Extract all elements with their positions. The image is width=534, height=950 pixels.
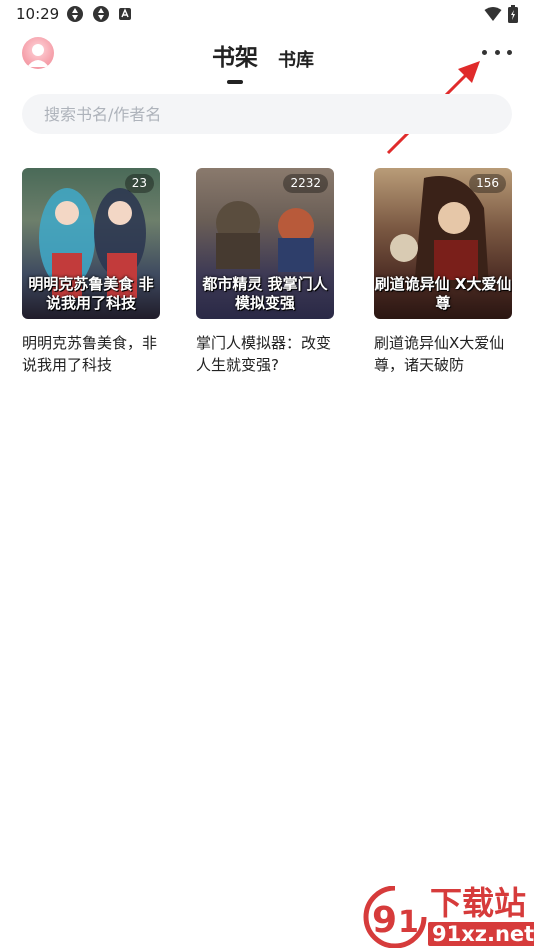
dot [482,49,487,55]
book-cover[interactable]: 23 明明克苏鲁美食 非说我用了科技 [22,168,160,319]
book-card[interactable]: 156 刷道诡异仙 X大爱仙尊 刷道诡异仙X大爱仙尊，诸天破防 [374,168,512,376]
chapter-count-badge: 156 [469,174,506,193]
tab-library-label: 书库 [278,50,314,71]
watermark-logo-icon: 9 1 [363,886,427,948]
tab-bookshelf-label: 书架 [212,45,258,71]
status-time: 10:29 [16,5,60,23]
book-card[interactable]: 23 明明克苏鲁美食 非说我用了科技 明明克苏鲁美食，非说我用了科技 [22,168,160,376]
sync-icon [67,6,83,22]
chapter-count-badge: 23 [124,174,154,193]
sync-icon [93,6,109,22]
tab-bookshelf[interactable]: 书架 [212,38,258,84]
book-title[interactable]: 明明克苏鲁美食，非说我用了科技 [22,332,160,376]
user-avatar-icon [27,44,49,67]
cover-title-text: 刷道诡异仙 X大爱仙尊 [374,275,512,312]
watermark-text-domain: 91xz.net [428,922,534,946]
wifi-icon [484,7,502,21]
watermark: 9 1 下载站 91xz.net [362,884,534,948]
dot [494,49,500,55]
svg-text:1: 1 [398,905,419,940]
search-bar[interactable] [22,94,512,134]
status-bar: 10:29 [0,0,534,30]
chapter-count-badge: 2232 [283,174,328,193]
search-input[interactable] [22,94,512,134]
avatar[interactable] [22,37,54,69]
book-cover[interactable]: 2232 都市精灵 我掌门人 模拟变强 [196,168,334,319]
watermark-text-cn: 下载站 [430,884,527,922]
tab-library[interactable]: 书库 [278,46,314,72]
active-tab-indicator [227,80,243,84]
book-title[interactable]: 刷道诡异仙X大爱仙尊，诸天破防 [374,332,512,376]
header-tabs: 书架 书库 [212,38,314,84]
app-notification-icon [119,8,131,20]
cover-title-text: 都市精灵 我掌门人 模拟变强 [202,275,328,312]
dot [507,49,512,55]
battery-icon [508,5,518,23]
book-title[interactable]: 掌门人模拟器：改变人生就变强? [196,332,334,376]
status-icons-left [66,5,132,23]
cover-title-text: 明明克苏鲁美食 非说我用了科技 [28,275,154,312]
svg-text:9: 9 [372,900,397,941]
status-icons-right [484,5,518,23]
book-card[interactable]: 2232 都市精灵 我掌门人 模拟变强 掌门人模拟器：改变人生就变强? [196,168,334,376]
book-cover[interactable]: 156 刷道诡异仙 X大爱仙尊 [374,168,512,319]
